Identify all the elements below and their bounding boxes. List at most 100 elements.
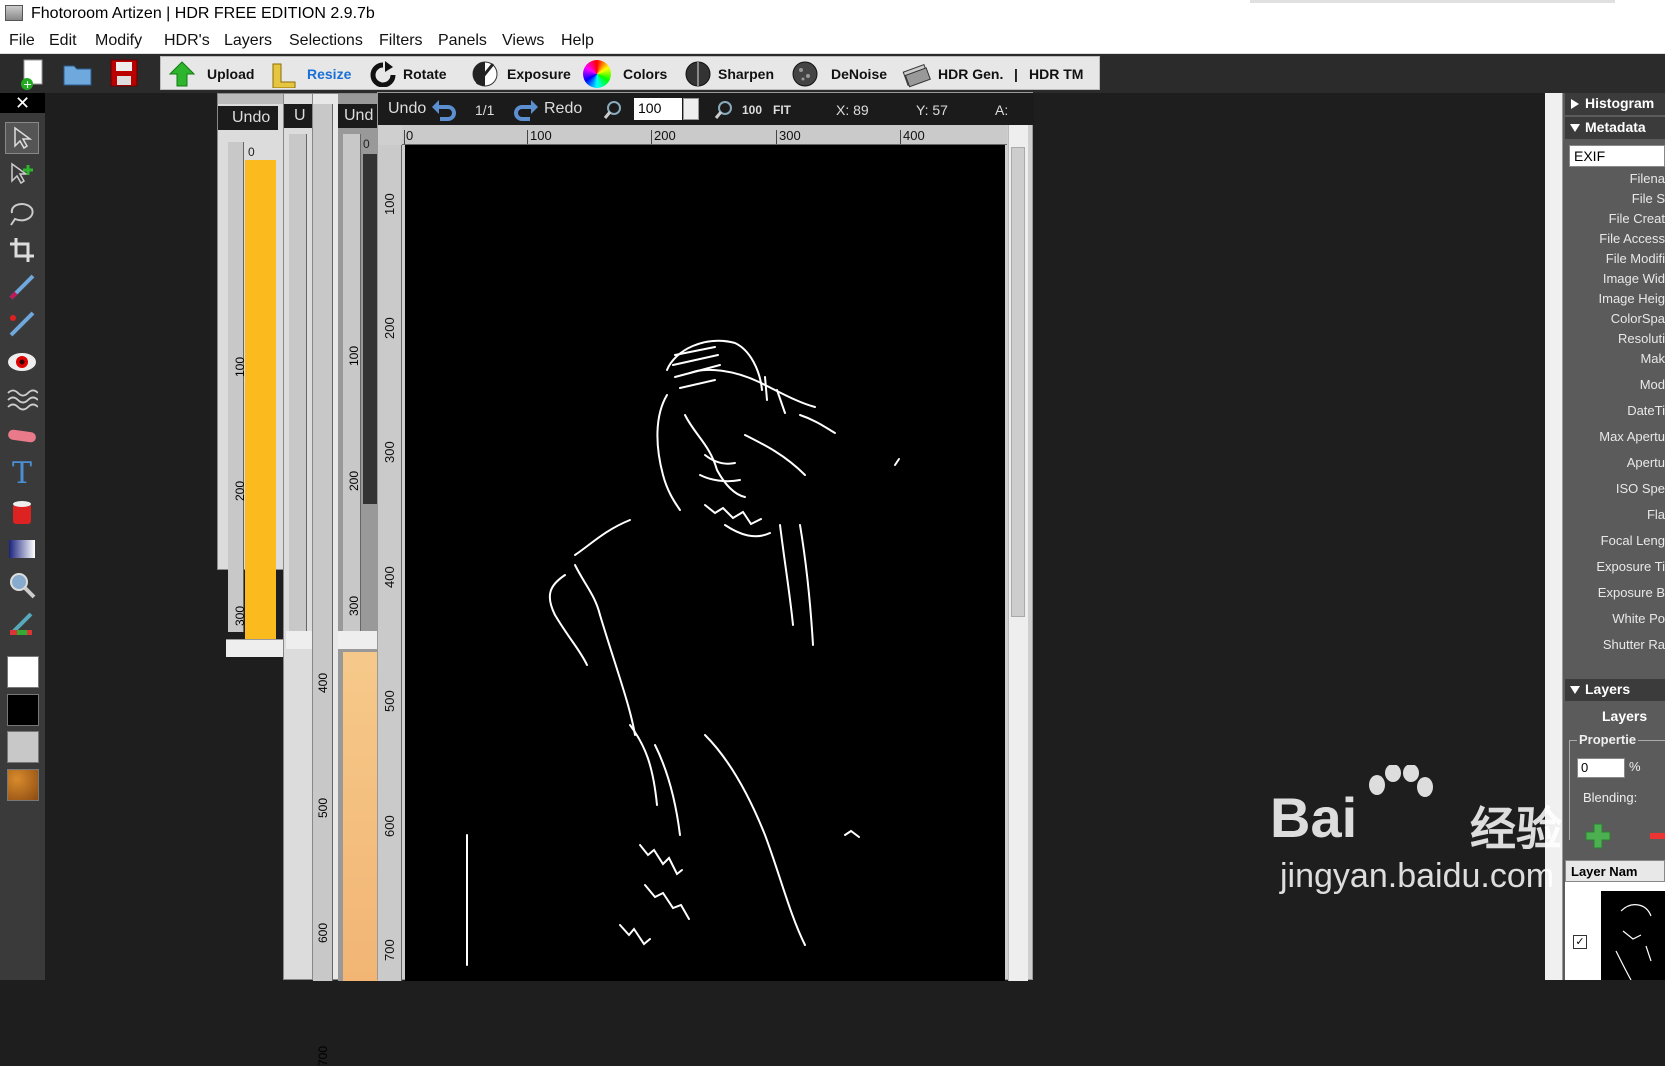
menu-file[interactable]: File — [9, 32, 35, 50]
metadata-fields: Filena File S File Creat File Access Fil… — [1565, 171, 1665, 652]
vruler-label: 300 — [382, 441, 397, 463]
menu-hdrs[interactable]: HDR's — [164, 32, 210, 50]
hruler-label: 0 — [406, 128, 414, 143]
document-window-3[interactable]: Und 0 400 500 600 700 100 200 300 — [312, 93, 378, 1066]
zoom-stepper[interactable] — [683, 98, 699, 120]
image-canvas[interactable] — [405, 145, 1005, 981]
collapse-down-icon — [1570, 124, 1580, 132]
wave-icon[interactable] — [5, 383, 39, 415]
red-brush-icon[interactable] — [5, 308, 39, 340]
metadata-field-label: File S — [1631, 191, 1665, 206]
zoom-out-icon[interactable] — [714, 100, 734, 120]
red-eye-icon[interactable] — [5, 346, 39, 378]
foreground-color-swatch[interactable] — [7, 656, 39, 688]
gradient-icon[interactable] — [5, 533, 39, 565]
colors-button[interactable]: Colors — [581, 57, 671, 91]
cursor-y: Y: 57 — [916, 102, 948, 118]
eraser-icon[interactable] — [5, 420, 39, 452]
doc3-ruler-label: 300 — [347, 595, 362, 617]
layers-header[interactable]: Layers — [1565, 679, 1665, 701]
metadata-field-label: Exposure Ti — [1596, 559, 1665, 574]
histogram-header[interactable]: Histogram — [1565, 93, 1665, 115]
collapse-down-icon — [1570, 686, 1580, 694]
window-title: Fhotoroom Artizen | HDR FREE EDITION 2.9… — [31, 5, 375, 22]
zoom-icon[interactable] — [5, 569, 39, 601]
resize-button[interactable]: Resize — [271, 57, 356, 91]
menu-views[interactable]: Views — [502, 32, 544, 50]
metadata-field-label: Image Heig — [1598, 291, 1665, 306]
lasso-icon[interactable] — [5, 197, 39, 229]
bucket-icon[interactable] — [5, 495, 39, 527]
close-tools-icon[interactable]: ✕ — [0, 93, 45, 113]
metadata-field-label: ISO Spe — [1615, 481, 1665, 496]
open-folder-icon[interactable] — [62, 58, 94, 88]
background-color-swatch[interactable] — [7, 694, 39, 726]
metadata-type-select[interactable]: EXIF — [1569, 145, 1665, 167]
texture-swatch[interactable] — [7, 769, 39, 801]
undo-arrow-icon[interactable] — [430, 97, 456, 121]
menu-bar: File Edit Modify HDR's Layers Selections… — [0, 29, 1665, 54]
sharpen-button[interactable]: Sharpen — [684, 57, 784, 91]
crop-icon[interactable] — [5, 234, 39, 266]
opacity-input[interactable]: 0 — [1577, 758, 1625, 778]
menu-panels[interactable]: Panels — [438, 32, 487, 50]
menu-edit[interactable]: Edit — [49, 32, 77, 50]
menu-filters[interactable]: Filters — [379, 32, 423, 50]
ruler-icon — [272, 63, 296, 88]
add-pointer-icon[interactable] — [5, 159, 39, 191]
pointer-icon[interactable] — [5, 122, 39, 154]
zoom-100-button[interactable]: 100 — [742, 103, 762, 117]
menu-layers[interactable]: Layers — [224, 32, 272, 50]
eyedropper-icon[interactable] — [5, 607, 39, 639]
main-document-window[interactable]: Undo 1/1 Redo 100 100 FIT X: 89 Y: 57 A:… — [377, 92, 1034, 981]
metadata-field-label: Focal Leng — [1600, 533, 1665, 548]
percent-label: % — [1629, 759, 1641, 774]
hruler-label: 100 — [530, 128, 552, 143]
rotate-button[interactable]: Rotate — [369, 57, 464, 91]
redo-button[interactable]: Redo — [544, 100, 582, 118]
redo-arrow-icon[interactable] — [514, 97, 540, 121]
layers-title: Layers — [1602, 708, 1648, 724]
metadata-field-label: Image Wid — [1602, 271, 1665, 286]
zoom-input[interactable]: 100 — [634, 98, 682, 120]
denoise-button[interactable]: DeNoise — [791, 57, 891, 91]
metadata-field-label: Mod — [1639, 377, 1665, 392]
hdr-tm-button[interactable]: HDR TM — [1029, 57, 1099, 91]
layer-thumbnail[interactable] — [1601, 891, 1665, 981]
scrollbar-thumb[interactable] — [1011, 147, 1025, 617]
doc3-hscroll[interactable] — [338, 631, 378, 649]
vertical-scrollbar[interactable] — [1008, 125, 1028, 981]
vertical-ruler: 100 200 300 400 500 600 700 — [378, 145, 402, 981]
menu-selections[interactable]: Selections — [289, 32, 363, 50]
doc3-undo[interactable]: Und — [338, 104, 378, 128]
hdr-gen-button[interactable]: HDR Gen. — [901, 57, 1003, 91]
upload-button[interactable]: Upload — [165, 57, 260, 91]
brush-icon[interactable] — [5, 271, 39, 303]
doc3-ruler-label: 100 — [347, 345, 362, 367]
cursor-x: X: 89 — [836, 102, 869, 118]
zoom-fit-button[interactable]: FIT — [773, 103, 791, 117]
exposure-button[interactable]: Exposure — [471, 57, 576, 91]
layer-visibility-checkbox[interactable]: ✓ — [1573, 935, 1587, 949]
menu-help[interactable]: Help — [561, 32, 594, 50]
metadata-field-label: Shutter Ra — [1602, 637, 1665, 652]
text-icon[interactable]: T — [5, 456, 39, 491]
metadata-header[interactable]: Metadata — [1565, 117, 1665, 139]
new-file-icon[interactable]: + — [18, 58, 50, 91]
remove-layer-icon[interactable] — [1650, 833, 1665, 839]
sharpen-icon — [685, 61, 711, 87]
metadata-field-label: Resoluti — [1618, 331, 1665, 346]
metadata-field-label: Max Apertu — [1599, 429, 1665, 444]
save-icon[interactable] — [108, 58, 140, 88]
doc3-ruler-label: 200 — [347, 470, 362, 492]
zoom-in-icon[interactable] — [603, 100, 623, 120]
menu-modify[interactable]: Modify — [95, 32, 142, 50]
gray-color-swatch[interactable] — [7, 731, 39, 763]
upload-arrow-icon — [169, 61, 195, 87]
doc1-ruler-top: 0 — [248, 145, 255, 159]
color-wheel-icon — [583, 60, 611, 88]
doc1-undo[interactable]: Undo — [218, 106, 278, 130]
undo-button[interactable]: Undo — [388, 100, 426, 118]
add-layer-icon[interactable] — [1585, 823, 1611, 849]
metadata-field-label: DateTi — [1627, 403, 1665, 418]
